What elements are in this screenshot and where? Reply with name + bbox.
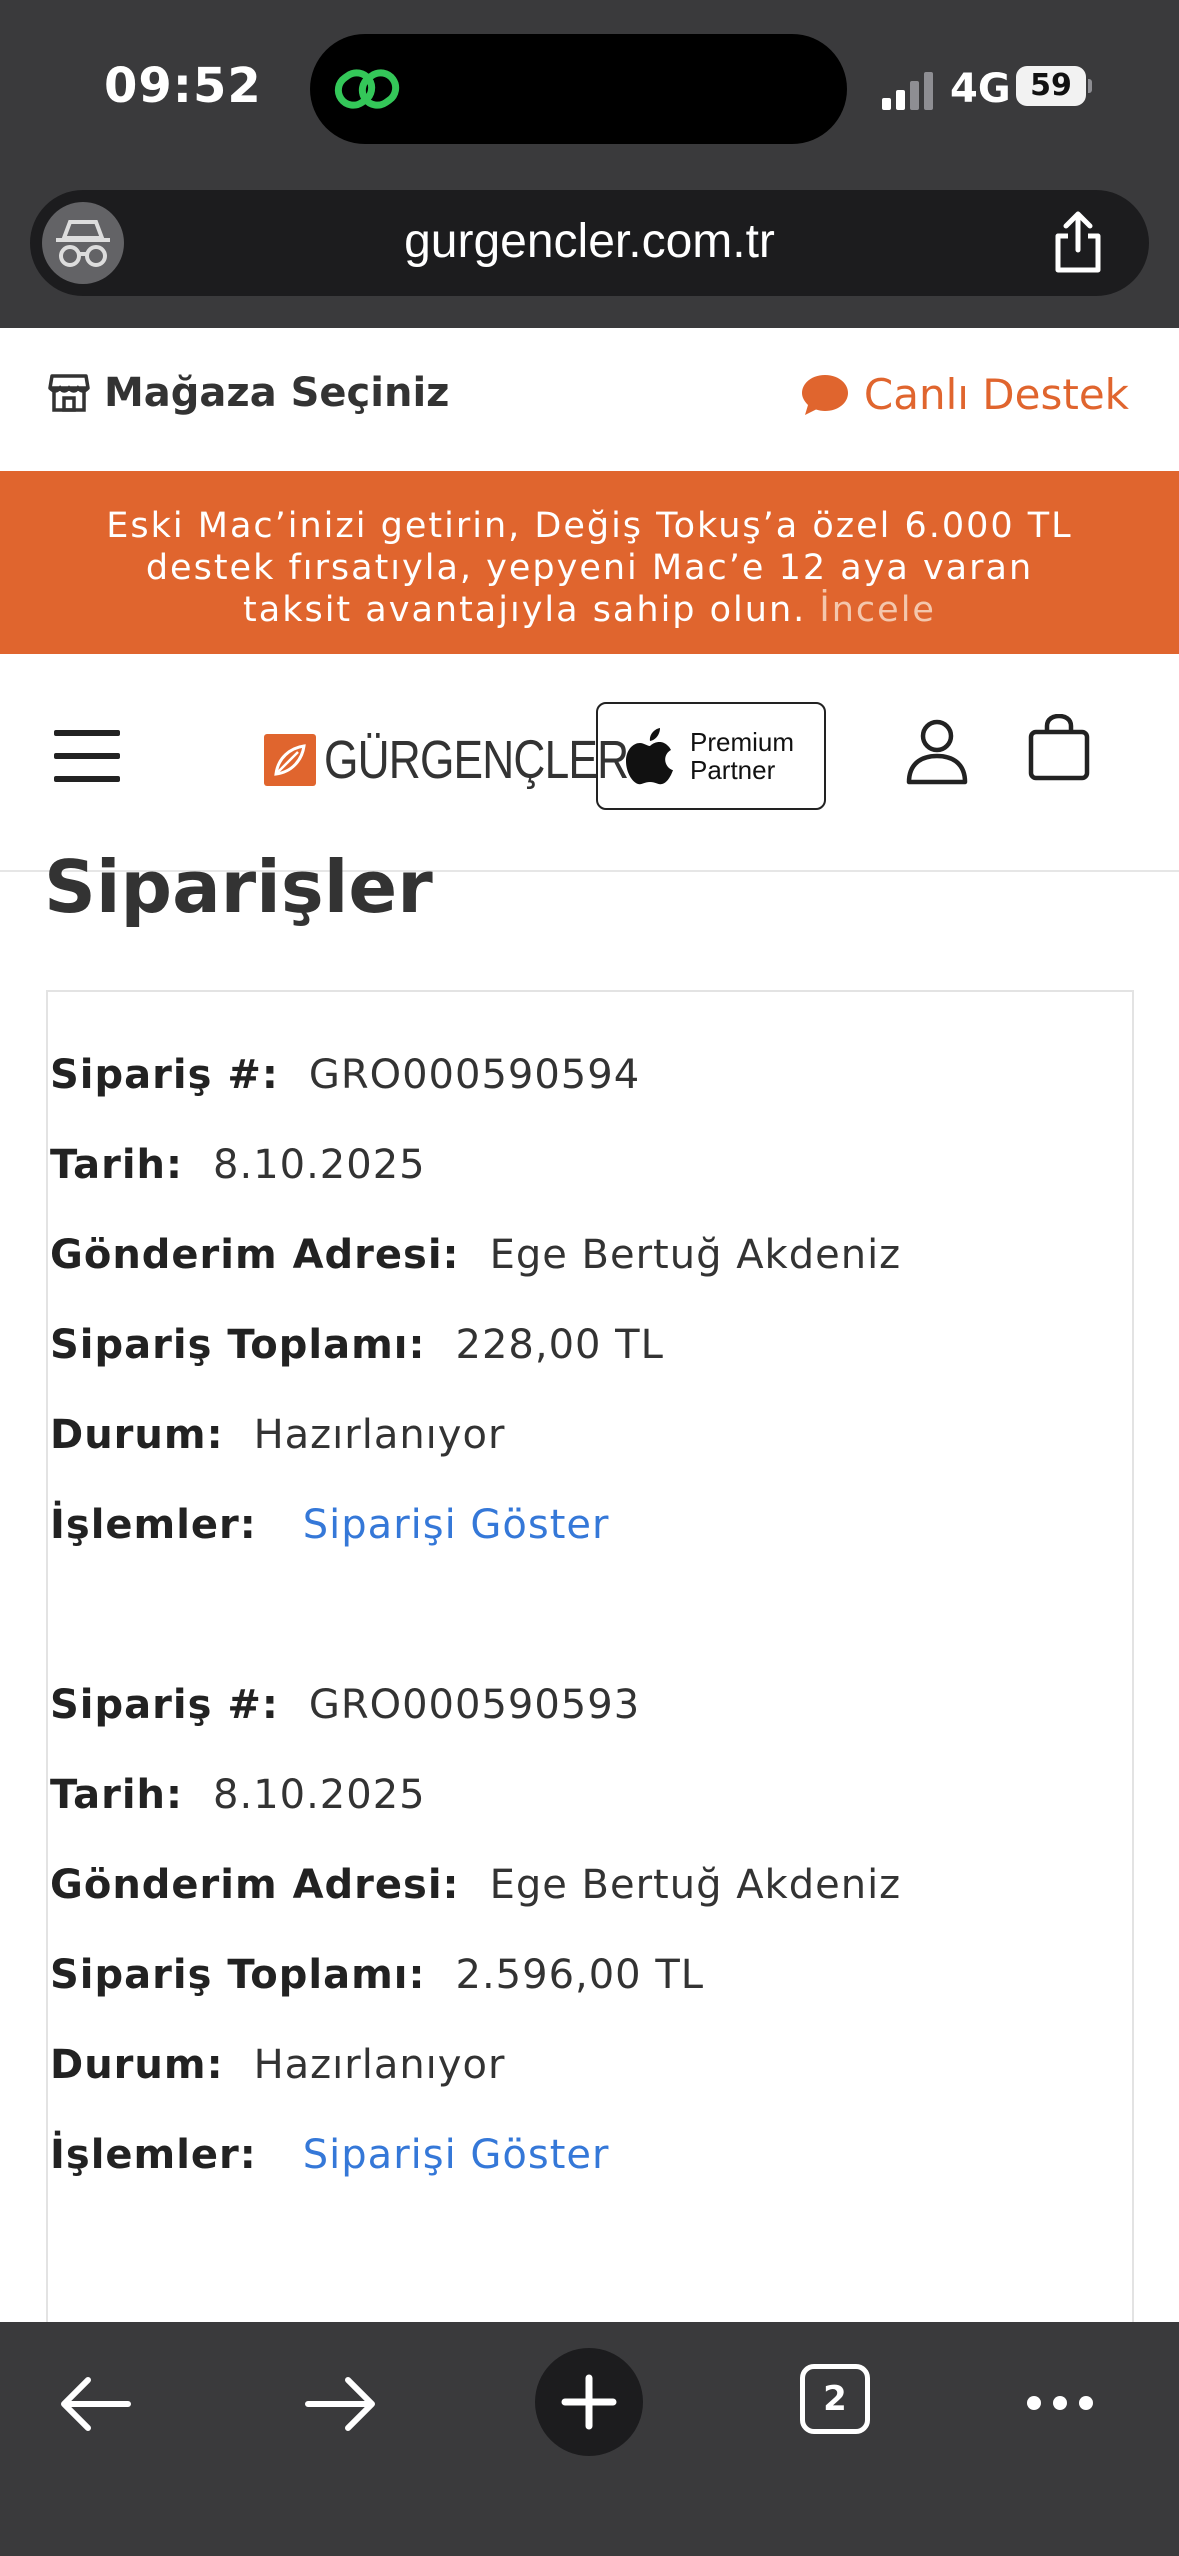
page-title: Siparişler [44, 845, 433, 929]
status-time: 09:52 [104, 58, 262, 114]
user-icon[interactable] [905, 718, 969, 786]
order-status-label: Durum: [50, 2042, 224, 2088]
order-status-row: Durum: Hazırlanıyor [50, 2020, 1130, 2110]
order-date-value: 8.10.2025 [213, 1772, 426, 1818]
new-tab-button[interactable] [535, 2348, 643, 2456]
order-actions-label: İşlemler: [50, 1502, 257, 1548]
hamburger-icon[interactable] [54, 730, 120, 784]
order-total-row: Sipariş Toplamı: 228,00 TL [50, 1300, 1130, 1390]
back-arrow-icon[interactable] [58, 2374, 132, 2434]
signal-icon [882, 72, 933, 110]
bag-icon[interactable] [1027, 714, 1091, 782]
more-icon[interactable] [1024, 2392, 1096, 2414]
partner-line-2: Partner [690, 755, 776, 785]
promo-line-1: Eski Mac’inizi getirin, Değiş Tokuş’a öz… [106, 506, 1073, 546]
order-number-row: Sipariş #: GRO000590594 [50, 1030, 1130, 1120]
order-date-value: 8.10.2025 [213, 1142, 426, 1188]
link-activity-icon [334, 69, 400, 109]
browser-toolbar: 2 [0, 2322, 1179, 2556]
order-status-row: Durum: Hazırlanıyor [50, 1390, 1130, 1480]
apple-icon [626, 728, 673, 785]
live-support-link[interactable]: Canlı Destek [800, 370, 1129, 419]
order-date-label: Tarih: [50, 1142, 184, 1188]
logo-leaf-icon [264, 734, 316, 786]
order-actions-row: İşlemler: Siparişi Göster [50, 1480, 1130, 1570]
order-card: Sipariş #: GRO000590594 Tarih: 8.10.2025… [50, 1030, 1130, 1570]
order-number-value: GRO000590594 [308, 1052, 641, 1098]
order-address-value: Ege Bertuğ Akdeniz [489, 1232, 902, 1278]
order-address-value: Ege Bertuğ Akdeniz [489, 1862, 902, 1908]
order-actions-label: İşlemler: [50, 2132, 257, 2178]
order-total-value: 228,00 TL [455, 1322, 664, 1368]
url-text[interactable]: gurgencler.com.tr [30, 214, 1149, 269]
dynamic-island [310, 34, 847, 144]
order-number-value: GRO000590593 [308, 1682, 641, 1728]
promo-line-3: taksit avantajıyla sahip olun. [243, 590, 807, 630]
show-order-link[interactable]: Siparişi Göster [303, 2132, 610, 2178]
order-date-label: Tarih: [50, 1772, 184, 1818]
order-address-row: Gönderim Adresi: Ege Bertuğ Akdeniz [50, 1840, 1130, 1930]
order-total-label: Sipariş Toplamı: [50, 1322, 426, 1368]
plus-icon [561, 2374, 617, 2430]
live-support-label: Canlı Destek [863, 370, 1129, 419]
apple-premium-partner-badge[interactable]: Premium Partner [596, 702, 826, 810]
order-actions-row: İşlemler: Siparişi Göster [50, 2110, 1130, 2200]
battery-level: 59 [1016, 66, 1086, 106]
partner-text: Premium Partner [690, 728, 794, 784]
store-icon [48, 374, 90, 412]
site-header: GÜRGENÇLER Premium Partner [0, 654, 1179, 872]
order-status-label: Durum: [50, 1412, 224, 1458]
address-bar[interactable]: gurgencler.com.tr [30, 190, 1149, 296]
order-number-label: Sipariş #: [50, 1052, 279, 1098]
order-address-row: Gönderim Adresi: Ege Bertuğ Akdeniz [50, 1210, 1130, 1300]
order-total-value: 2.596,00 TL [455, 1952, 705, 1998]
order-number-label: Sipariş #: [50, 1682, 279, 1728]
battery-icon: 59 [1016, 66, 1092, 106]
store-selector[interactable]: Mağaza Seçiniz [48, 370, 449, 416]
logo-text: GÜRGENÇLER [324, 730, 629, 790]
show-order-link[interactable]: Siparişi Göster [303, 1502, 610, 1548]
share-icon[interactable] [1048, 210, 1108, 274]
order-total-label: Sipariş Toplamı: [50, 1952, 426, 1998]
order-card: Sipariş #: GRO000590593 Tarih: 8.10.2025… [50, 1660, 1130, 2200]
forward-arrow-icon[interactable] [304, 2374, 378, 2434]
tabs-icon[interactable]: 2 [800, 2364, 870, 2434]
promo-line-3-wrap: taksit avantajıyla sahip olun. İncele [0, 589, 1179, 631]
chat-bubble-icon [801, 374, 848, 415]
store-selector-label: Mağaza Seçiniz [104, 370, 450, 416]
promo-banner: Eski Mac’inizi getirin, Değiş Tokuş’a öz… [0, 471, 1179, 654]
order-address-label: Gönderim Adresi: [50, 1862, 460, 1908]
promo-line-2: destek fırsatıyla, yepyeni Mac’e 12 aya … [145, 548, 1034, 588]
promo-link[interactable]: İncele [819, 590, 936, 630]
browser-chrome-top: 09:52 4G 59 gurgencler.com.tr [0, 0, 1179, 328]
order-address-label: Gönderim Adresi: [50, 1232, 460, 1278]
store-bar: Mağaza Seçiniz Canlı Destek [0, 328, 1179, 471]
order-date-row: Tarih: 8.10.2025 [50, 1750, 1130, 1840]
partner-line-1: Premium [690, 727, 795, 757]
order-total-row: Sipariş Toplamı: 2.596,00 TL [50, 1930, 1130, 2020]
network-type: 4G [950, 66, 1011, 112]
order-date-row: Tarih: 8.10.2025 [50, 1120, 1130, 1210]
order-status-value: Hazırlanıyor [253, 2042, 506, 2088]
order-number-row: Sipariş #: GRO000590593 [50, 1660, 1130, 1750]
order-status-value: Hazırlanıyor [253, 1412, 506, 1458]
